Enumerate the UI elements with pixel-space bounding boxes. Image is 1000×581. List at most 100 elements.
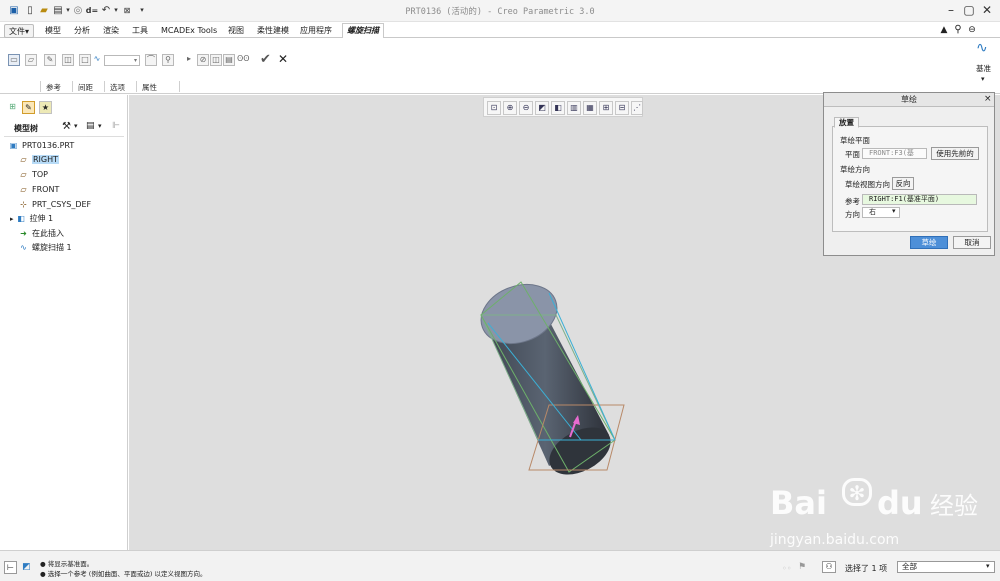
reference-field[interactable]: RIGHT:F1(基准平面) bbox=[862, 194, 977, 205]
profile-icon[interactable]: ⌒ bbox=[145, 54, 157, 66]
sketch-ok-button[interactable]: 草绘 bbox=[910, 236, 948, 249]
tree-item-extrude[interactable]: ▸ ◧ 拉伸 1 bbox=[10, 212, 53, 226]
no-preview-icon[interactable]: ⊘ bbox=[197, 54, 209, 66]
pitch-icon[interactable]: ∿ bbox=[91, 54, 103, 66]
use-previous-button[interactable]: 使用先前的 bbox=[931, 147, 979, 160]
tab-helical-sweep[interactable]: 螺旋扫描 bbox=[342, 23, 384, 39]
message-line-1: ● 将显示基准面。 bbox=[40, 560, 94, 568]
filter-select[interactable]: 全部 bbox=[897, 561, 995, 573]
menu-bar: 文件▾ 模型 分析 渲染 工具 MCADEx Tools 视图 柔性建模 应用程… bbox=[0, 22, 1000, 39]
thicken-icon[interactable]: □ bbox=[79, 54, 91, 66]
section-sketch-plane: 草绘平面 bbox=[840, 136, 870, 145]
selection-count: 选择了 1 项 bbox=[845, 564, 888, 573]
tree-show-icon[interactable]: ▤ bbox=[86, 121, 95, 131]
view-direction-label: 草绘视图方向 bbox=[845, 180, 890, 189]
status-indicator-icon: ◦◦ bbox=[782, 564, 792, 573]
datum-plane-icon: ▱ bbox=[20, 170, 27, 179]
sketch-edit-icon[interactable]: ✎ bbox=[44, 54, 56, 66]
sketch-dialog: 草绘 × 放置 草绘平面 平面 FRONT:F3(基 使用先前的 草绘方向 草绘… bbox=[823, 92, 995, 256]
minimize-button[interactable]: – bbox=[944, 3, 958, 17]
preview-icon[interactable]: ◫ bbox=[210, 54, 222, 66]
tree-show-dropdown-icon[interactable]: ▾ bbox=[98, 122, 102, 130]
layout-icon[interactable]: ⊢ bbox=[4, 561, 17, 574]
direction-label: 方向 bbox=[845, 210, 860, 219]
tab-applications[interactable]: 应用程序 bbox=[296, 24, 336, 38]
paw-icon: ✻ bbox=[842, 478, 872, 506]
tab-file[interactable]: 文件▾ bbox=[4, 24, 35, 38]
csys-icon: ⊹ bbox=[20, 200, 27, 209]
datum-dropdown-icon[interactable]: ▾ bbox=[981, 75, 985, 83]
title-bar: ▣ ▯ ▰ ▤ ▾ ◎ d= ↶ ▾ ⊠ ▾ PRT0136 (活动的) - C… bbox=[0, 0, 1000, 22]
dialog-title: 草绘 bbox=[824, 93, 994, 107]
tab-tools[interactable]: 工具 bbox=[128, 24, 152, 38]
ribbon: ▭ ▱ ✎ ◫ □ ∿ ▾ ⌒ ⚲ ▸ ⊘ ◫ ▤ ʘʘ ✔ ✕ 参考 间距 选… bbox=[0, 38, 1000, 94]
tab-model[interactable]: 模型 bbox=[41, 24, 65, 38]
tab-flexible-modeling[interactable]: 柔性建模 bbox=[253, 24, 293, 38]
expand-icon[interactable]: ▸ bbox=[10, 215, 14, 223]
search-icon[interactable]: ⚲ bbox=[952, 24, 964, 36]
part-icon: ▣ bbox=[9, 141, 18, 150]
cancel-button[interactable]: 取消 bbox=[953, 236, 991, 249]
settings-icon[interactable]: ⚲ bbox=[162, 54, 174, 66]
tree-item-part[interactable]: ▣ PRT0136.PRT bbox=[8, 139, 75, 153]
solid-icon[interactable]: ▭ bbox=[8, 54, 20, 66]
tab-placement[interactable]: 放置 bbox=[834, 117, 859, 128]
tab-analysis[interactable]: 分析 bbox=[70, 24, 94, 38]
tree-settings-icon[interactable]: ⚒ bbox=[62, 121, 71, 132]
datum-label[interactable]: 基准 bbox=[976, 63, 991, 74]
remove-material-icon[interactable]: ◫ bbox=[62, 54, 74, 66]
confirm-icon[interactable]: ✔ bbox=[260, 52, 271, 67]
watermark-url: jingyan.baidu.com bbox=[770, 532, 900, 548]
verify-icon[interactable]: ▤ bbox=[223, 54, 235, 66]
filter-dropdown-icon[interactable]: ▾ bbox=[986, 562, 990, 570]
direction-dropdown-icon[interactable]: ▾ bbox=[892, 207, 896, 215]
help-icon[interactable]: ⊖ bbox=[966, 24, 978, 36]
status-bar: ⊢ ◩ ● 将显示基准面。 ● 选择一个参考 (例如曲面、平面或边) 以定义视图… bbox=[0, 550, 1000, 581]
tab-mcadex-tools[interactable]: MCADEx Tools bbox=[157, 24, 221, 38]
tree-item-top[interactable]: ▱ TOP bbox=[18, 168, 48, 182]
message-line-2: ● 选择一个参考 (例如曲面、平面或边) 以定义视图方向。 bbox=[40, 570, 207, 578]
plane-label: 平面 bbox=[845, 150, 860, 159]
cancel-icon[interactable]: ✕ bbox=[278, 52, 288, 66]
helical-sweep-icon: ∿ bbox=[20, 243, 27, 252]
dialog-close-icon[interactable]: × bbox=[984, 94, 992, 104]
flag-icon: ⚑ bbox=[798, 562, 807, 572]
ribbon-tab-options[interactable]: 选项 bbox=[110, 82, 125, 93]
browser-icon[interactable]: ◩ bbox=[20, 561, 33, 574]
pitch-value-input[interactable]: ▾ bbox=[104, 55, 140, 66]
model-tree-tab-icon[interactable]: ⊞ bbox=[6, 101, 19, 114]
plane-field[interactable]: FRONT:F3(基 bbox=[862, 148, 927, 159]
ribbon-tab-spacing[interactable]: 间距 bbox=[78, 82, 93, 93]
datum-icon[interactable]: ∿ bbox=[976, 40, 988, 56]
ribbon-tab-properties[interactable]: 属性 bbox=[142, 82, 157, 93]
tree-item-front[interactable]: ▱ FRONT bbox=[18, 183, 59, 197]
surface-icon[interactable]: ▱ bbox=[25, 54, 37, 66]
tab-render[interactable]: 渲染 bbox=[99, 24, 123, 38]
tree-filter-icon[interactable]: ⊩ bbox=[112, 121, 120, 131]
model-tree-header: 模型树 bbox=[14, 124, 38, 133]
model-tree-panel: ⊞ ✎ ★ 模型树 ⚒ ▾ ▤ ▾ ⊩ ▣ PRT0136.PRT ▱ RIGHT … bbox=[0, 95, 128, 550]
favorites-tab-icon[interactable]: ★ bbox=[39, 101, 52, 114]
datum-plane-icon: ▱ bbox=[20, 185, 27, 194]
pause-icon[interactable]: ▸ bbox=[183, 54, 195, 66]
tree-settings-dropdown-icon[interactable]: ▾ bbox=[74, 122, 78, 130]
reference-label: 参考 bbox=[845, 197, 860, 206]
extrude-icon: ◧ bbox=[17, 214, 25, 223]
tree-item-helical-sweep[interactable]: ∿ 螺旋扫描 1 bbox=[18, 241, 72, 255]
glasses-icon[interactable]: ʘʘ bbox=[237, 54, 250, 66]
tab-view[interactable]: 视图 bbox=[224, 24, 248, 38]
ribbon-tab-references[interactable]: 参考 bbox=[46, 82, 61, 93]
tree-item-insert-here[interactable]: ➜ 在此插入 bbox=[18, 227, 64, 241]
close-button[interactable]: ✕ bbox=[980, 3, 994, 17]
selection-filter-icon[interactable]: ⚇ bbox=[822, 561, 836, 573]
maximize-button[interactable]: ▢ bbox=[962, 3, 976, 17]
flip-button[interactable]: 反向 bbox=[892, 177, 914, 190]
watermark-brand: Bai bbox=[770, 484, 827, 522]
folder-browser-tab-icon[interactable]: ✎ bbox=[22, 101, 35, 114]
watermark: Bai ✻ du 经验 jingyan.baidu.com bbox=[760, 462, 995, 548]
datum-plane-icon: ▱ bbox=[20, 155, 27, 164]
view-toggle-icon[interactable]: ▲ bbox=[938, 24, 950, 36]
tree-item-csys[interactable]: ⊹ PRT_CSYS_DEF bbox=[18, 198, 91, 212]
tree-item-right[interactable]: ▱ RIGHT bbox=[18, 153, 60, 167]
watermark-cn: 经验 bbox=[930, 492, 978, 520]
